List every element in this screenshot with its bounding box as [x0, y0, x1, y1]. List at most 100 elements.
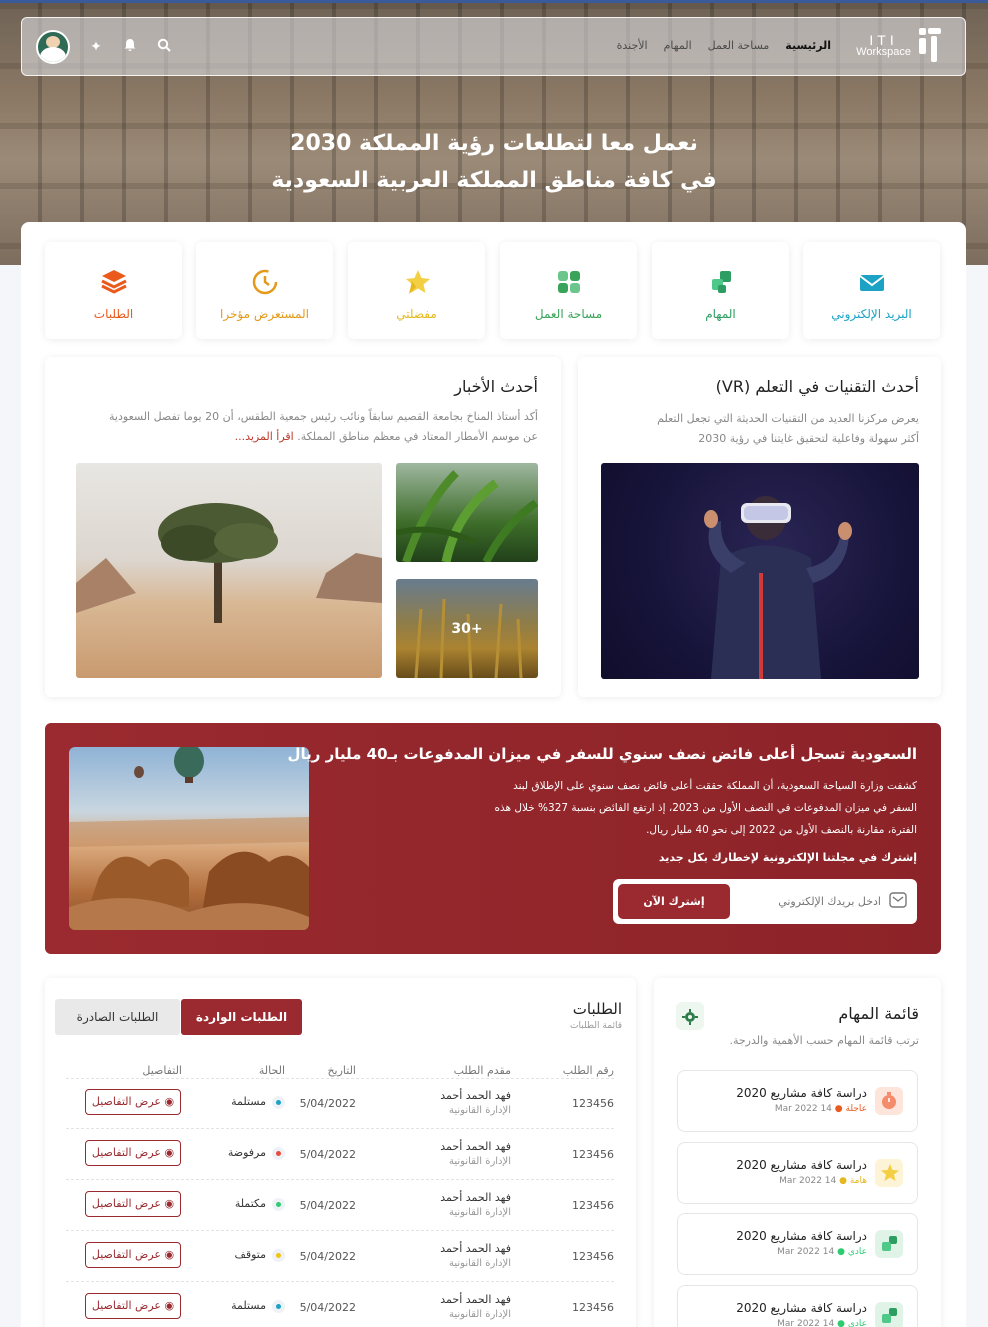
- table-divider: [66, 1078, 614, 1079]
- view-details-button[interactable]: ◉ عرض التفاصيل: [85, 1293, 181, 1319]
- email-input[interactable]: [741, 889, 881, 913]
- cell-status: متوقف: [234, 1248, 285, 1262]
- tile-workspace[interactable]: مساحة العمل: [500, 242, 637, 339]
- table-divider: [66, 1128, 614, 1129]
- cell-applicant: فهد الحمد أحمد: [440, 1191, 511, 1204]
- nav-workspace[interactable]: مساحة العمل: [708, 39, 770, 52]
- history-icon: [250, 267, 280, 297]
- tab-incoming[interactable]: الطلبات الواردة: [181, 999, 302, 1035]
- view-details-button[interactable]: ◉ عرض التفاصيل: [85, 1089, 181, 1115]
- brand-line1: ITI: [869, 31, 898, 48]
- task-title: دراسة كافة مشاريع 2020: [736, 1086, 867, 1100]
- promo-banner: السعودية تسجل أعلى فائض نصف سنوي للسفر ف…: [45, 723, 941, 954]
- task-title: دراسة كافة مشاريع 2020: [736, 1301, 867, 1315]
- nav-agenda[interactable]: الأجندة: [617, 39, 648, 52]
- tile-recent-label: المستعرض مؤخرا: [220, 307, 309, 321]
- task-meta: عادي ● 14 Mar 2022: [777, 1319, 867, 1327]
- promo-text-line3: الفترة، مقارنة بالنصف الأول من 2022 إلى …: [646, 824, 917, 836]
- star-icon: [875, 1159, 903, 1187]
- cell-status: مستلمة: [231, 1095, 285, 1109]
- bell-icon[interactable]: [122, 38, 138, 56]
- nav-actions: ✦: [36, 30, 172, 64]
- vr-image[interactable]: [601, 463, 919, 679]
- news-desc-line2: عن موسم الأمطار المعتاد في معظم مناطق ال…: [297, 430, 538, 443]
- view-details-button[interactable]: ◉ عرض التفاصيل: [85, 1191, 181, 1217]
- cell-department: الإدارة القانونية: [448, 1207, 511, 1218]
- cell-date: 5/04/2022: [299, 1097, 356, 1110]
- news-card: أحدث الأخبار أكد أستاذ المناخ بجامعة الق…: [45, 357, 561, 697]
- read-more-link[interactable]: اقرأ المزيد...: [235, 430, 294, 443]
- col-header-details: التفاصيل: [142, 1064, 182, 1077]
- subscribe-button[interactable]: إشترك الآن: [618, 884, 730, 919]
- search-icon[interactable]: [156, 38, 172, 56]
- col-header-date: التاريخ: [327, 1064, 356, 1077]
- mail-icon: [857, 267, 887, 297]
- status-dot: [272, 1248, 285, 1262]
- task-item[interactable]: دراسة كافة مشاريع 2020 عاجلة ● 14 Mar 20…: [677, 1070, 918, 1132]
- tile-requests[interactable]: الطلبات: [45, 242, 182, 339]
- nav-tasks[interactable]: المهام: [664, 39, 692, 52]
- cell-department: الإدارة القانونية: [448, 1309, 511, 1320]
- task-meta: عادي ● 14 Mar 2022: [777, 1247, 867, 1257]
- tile-tasks[interactable]: المهام: [652, 242, 789, 339]
- cell-id: 123456: [572, 1301, 614, 1314]
- status-dot: [272, 1197, 285, 1211]
- news-image-wheat[interactable]: +30: [396, 579, 538, 678]
- vr-title: أحدث التقنيات في التعلم (VR): [715, 377, 919, 396]
- cell-status: مرفوضة: [228, 1146, 285, 1160]
- tab-outgoing[interactable]: الطلبات الصادرة: [55, 999, 180, 1035]
- col-header-id: رقم الطلب: [562, 1064, 614, 1077]
- pin-icon[interactable]: ✦: [88, 39, 104, 55]
- promo-text-line1: كشفت وزارة السياحة السعودية، أن المملكة …: [513, 780, 917, 792]
- promo-title: السعودية تسجل أعلى فائض نصف سنوي للسفر ف…: [287, 745, 918, 763]
- settings-icon[interactable]: [676, 1002, 704, 1030]
- cell-applicant: فهد الحمد أحمد: [440, 1242, 511, 1255]
- col-header-applicant: مقدم الطلب: [453, 1064, 511, 1077]
- subscribe-form: إشترك الآن: [613, 879, 917, 924]
- tile-favorites-label: مفضلتي: [396, 307, 437, 321]
- news-desc-line1: أكد أستاذ المناخ بجامعة القصيم سابقاً ون…: [109, 410, 538, 423]
- cell-department: الإدارة القانونية: [448, 1258, 511, 1269]
- tile-favorites[interactable]: مفضلتي: [348, 242, 485, 339]
- more-images-count: +30: [396, 579, 538, 678]
- top-navbar: ITI Workspace الرئيسية مساحة العمل المها…: [21, 17, 966, 76]
- cell-department: الإدارة القانونية: [448, 1105, 511, 1116]
- news-image-desert[interactable]: [76, 463, 382, 678]
- cell-date: 5/04/2022: [299, 1199, 356, 1212]
- subscribe-note: إشترك في مجلتنا الإلكترونية لإخطارك بكل …: [658, 851, 917, 864]
- task-item[interactable]: دراسة كافة مشاريع 2020 هامة ● 14 Mar 202…: [677, 1142, 918, 1204]
- tasks-icon: [875, 1230, 903, 1258]
- cell-applicant: فهد الحمد أحمد: [440, 1293, 511, 1306]
- news-image-plants[interactable]: [396, 463, 538, 562]
- table-divider: [66, 1281, 614, 1282]
- main-nav: الرئيسية مساحة العمل المهام الأجندة: [617, 39, 831, 52]
- tasks-title: قائمة المهام: [838, 1004, 919, 1023]
- user-avatar[interactable]: [36, 30, 70, 64]
- view-details-button[interactable]: ◉ عرض التفاصيل: [85, 1242, 181, 1268]
- status-dot: [272, 1146, 285, 1160]
- hero-title-line1: نعمل معا لتطلعات رؤية المملكة 2030: [290, 131, 698, 156]
- cell-date: 5/04/2022: [299, 1148, 356, 1161]
- status-dot: [272, 1095, 285, 1109]
- cell-date: 5/04/2022: [299, 1250, 356, 1263]
- cell-applicant: فهد الحمد أحمد: [440, 1140, 511, 1153]
- view-details-button[interactable]: ◉ عرض التفاصيل: [85, 1140, 181, 1166]
- requests-title: الطلبات: [572, 1000, 622, 1018]
- table-divider: [66, 1230, 614, 1231]
- timer-icon: [875, 1087, 903, 1115]
- promo-text-line2: السفر في ميزان المدفوعات في النصف الأول …: [494, 802, 917, 814]
- cell-date: 5/04/2022: [299, 1301, 356, 1314]
- hero-title-line2: في كافة مناطق المملكة العربية السعودية: [271, 168, 717, 193]
- cell-department: الإدارة القانونية: [448, 1156, 511, 1167]
- task-item[interactable]: دراسة كافة مشاريع 2020 عادي ● 14 Mar 202…: [677, 1285, 918, 1327]
- tile-recent[interactable]: المستعرض مؤخرا: [196, 242, 333, 339]
- layers-icon: [99, 267, 129, 297]
- tile-email-label: البريد الإلكتروني: [831, 307, 912, 321]
- brand-logo[interactable]: ITI Workspace: [856, 26, 943, 64]
- cell-status: مستلمة: [231, 1299, 285, 1313]
- task-item[interactable]: دراسة كافة مشاريع 2020 عادي ● 14 Mar 202…: [677, 1213, 918, 1275]
- nav-home[interactable]: الرئيسية: [785, 39, 831, 52]
- status-dot: [272, 1299, 285, 1313]
- tile-email[interactable]: البريد الإلكتروني: [803, 242, 940, 339]
- col-header-status: الحالة: [258, 1064, 285, 1077]
